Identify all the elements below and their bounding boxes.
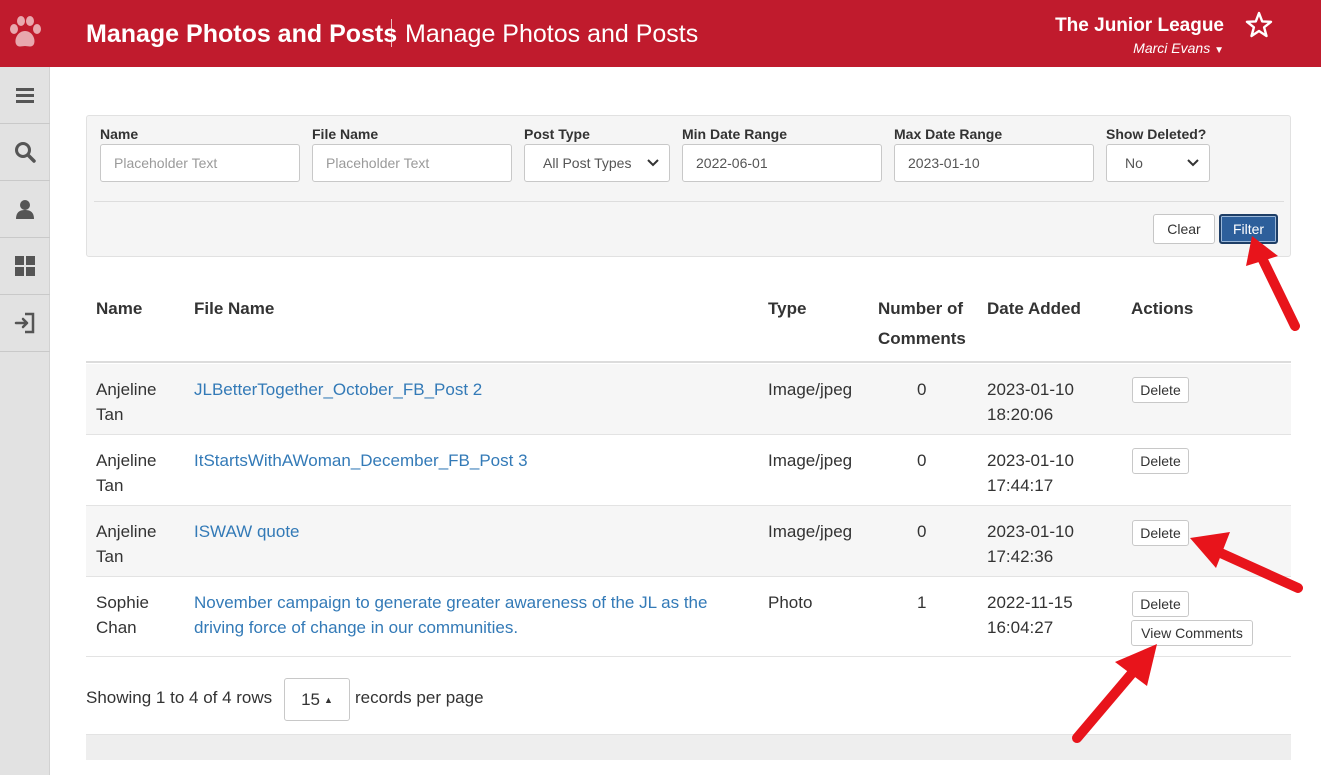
max-date-input[interactable]: 2023-01-10 (894, 144, 1094, 182)
show-deleted-filter-label: Show Deleted? (1106, 126, 1207, 142)
paw-logo-icon[interactable] (6, 12, 44, 52)
show-deleted-select[interactable]: No (1106, 144, 1210, 182)
min-date-filter-label: Min Date Range (682, 126, 788, 142)
column-header-comments[interactable]: Number of Comments (878, 294, 966, 354)
file-name-filter-input[interactable] (312, 144, 512, 182)
post-type-filter-label: Post Type (524, 126, 590, 142)
min-date-input[interactable]: 2022-06-01 (682, 144, 882, 182)
user-name: Marci Evans (1133, 40, 1211, 56)
delete-button[interactable]: Delete (1132, 591, 1189, 617)
caret-up-icon: ▲ (324, 694, 333, 705)
post-type-select[interactable]: All Post Types (524, 144, 670, 182)
top-header-bar: Manage Photos and Posts Manage Photos an… (0, 0, 1321, 67)
row-date-added: 2022-11-15 16:04:27 (987, 593, 1073, 637)
column-header-type[interactable]: Type (768, 294, 806, 324)
page-size-dropdown[interactable]: 15 ▲ (284, 678, 350, 721)
sidebar-user-button[interactable] (0, 181, 50, 238)
chevron-down-icon (647, 159, 659, 167)
row-type: Image/jpeg (768, 451, 853, 470)
show-deleted-value: No (1125, 155, 1143, 171)
row-file-link[interactable]: ItStartsWithAWoman_December_FB_Post 3 (194, 448, 528, 473)
row-name: Anjeline Tan (96, 451, 157, 495)
row-comment-count: 0 (917, 451, 927, 470)
sidebar-menu-button[interactable] (0, 67, 50, 124)
filter-button[interactable]: Filter (1219, 214, 1278, 244)
column-header-actions: Actions (1131, 299, 1194, 318)
row-name: Anjeline Tan (96, 380, 157, 424)
delete-button[interactable]: Delete (1132, 377, 1189, 403)
max-date-filter: Max Date Range 2023-01-10 (894, 126, 1094, 182)
user-icon (16, 200, 34, 219)
file-name-filter-label: File Name (312, 126, 379, 142)
row-file-link[interactable]: November campaign to generate greater aw… (194, 590, 707, 640)
post-type-value: All Post Types (543, 155, 632, 171)
row-comment-count: 0 (917, 522, 927, 541)
name-filter-input[interactable] (100, 144, 300, 182)
row-type: Image/jpeg (768, 380, 853, 399)
logout-icon (14, 312, 35, 334)
min-date-filter: Min Date Range 2022-06-01 (682, 126, 882, 182)
sidebar (0, 67, 50, 775)
table-row: Anjeline Tan ItStartsWithAWoman_December_… (86, 435, 1291, 506)
page-subtitle: Manage Photos and Posts (405, 20, 699, 48)
row-type: Photo (768, 593, 813, 612)
table-footer-bar (86, 734, 1291, 760)
comments-header-line2: Comments (878, 329, 966, 348)
table-header-divider (86, 361, 1291, 363)
name-filter: Name (100, 126, 300, 182)
row-type: Image/jpeg (768, 522, 853, 541)
filter-divider (94, 201, 1284, 202)
table-row: Sophie Chan November campaign to generate… (86, 577, 1291, 657)
comments-header-line1: Number of (878, 299, 963, 318)
column-header-file-name[interactable]: File Name (194, 294, 274, 324)
max-date-filter-label: Max Date Range (894, 126, 1003, 142)
row-name: Sophie Chan (96, 593, 149, 637)
file-name-filter: File Name (312, 126, 512, 182)
search-icon (15, 142, 36, 163)
page-title: Manage Photos and Posts (86, 20, 398, 48)
title-divider (391, 19, 392, 47)
chevron-down-icon (1187, 159, 1199, 167)
pagination-summary: Showing 1 to 4 of 4 rows (86, 688, 273, 707)
filter-panel: Name File Name Post Type All Post Types … (86, 115, 1291, 257)
row-file-link[interactable]: JLBetterTogether_October_FB_Post 2 (194, 377, 482, 402)
caret-down-icon: ▼ (1214, 45, 1224, 56)
post-type-filter: Post Type All Post Types (524, 126, 670, 182)
row-date-added: 2023-01-10 18:20:06 (987, 380, 1074, 424)
page-size-value: 15 (301, 689, 320, 709)
organization-name: The Junior League (1055, 15, 1224, 36)
table-row: Anjeline Tan JLBetterTogether_October_FB_… (86, 364, 1291, 435)
column-header-date-added[interactable]: Date Added (987, 294, 1081, 324)
dashboard-icon (15, 256, 35, 276)
row-file-link[interactable]: ISWAW quote (194, 519, 300, 544)
sidebar-dashboard-button[interactable] (0, 238, 50, 295)
clear-button[interactable]: Clear (1153, 214, 1215, 244)
delete-button[interactable]: Delete (1132, 520, 1189, 546)
sidebar-search-button[interactable] (0, 124, 50, 181)
menu-icon (16, 88, 34, 103)
row-comment-count: 0 (917, 380, 927, 399)
table-row: Anjeline Tan ISWAW quote Image/jpeg 0 202… (86, 506, 1291, 577)
sidebar-logout-button[interactable] (0, 295, 50, 352)
row-date-added: 2023-01-10 17:42:36 (987, 522, 1074, 566)
delete-button[interactable]: Delete (1132, 448, 1189, 474)
show-deleted-filter: Show Deleted? No (1106, 126, 1210, 182)
name-filter-label: Name (100, 126, 139, 142)
user-menu[interactable]: Marci Evans ▼ (1133, 40, 1224, 56)
view-comments-button[interactable]: View Comments (1131, 620, 1253, 646)
row-date-added: 2023-01-10 17:44:17 (987, 451, 1074, 495)
star-icon[interactable] (1245, 11, 1273, 39)
row-comment-count: 1 (917, 593, 927, 612)
column-header-name[interactable]: Name (96, 294, 142, 324)
pagination-suffix: records per page (355, 688, 484, 707)
row-name: Anjeline Tan (96, 522, 157, 566)
